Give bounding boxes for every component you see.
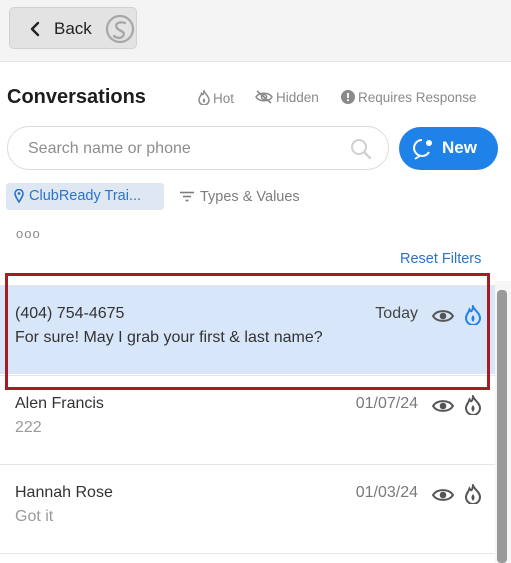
conversation-name: Alen Francis <box>15 395 104 412</box>
eye-off-icon <box>255 90 273 104</box>
chevron-left-icon <box>30 21 40 42</box>
conversation-row[interactable]: Hannah Rose Got it 01/03/24 <box>0 465 495 553</box>
search-icon[interactable] <box>350 138 372 165</box>
legend-hidden: Hidden <box>255 90 319 105</box>
new-button-label: New <box>442 138 477 157</box>
top-bar: Back <box>0 0 511 62</box>
conversation-date: 01/03/24 <box>355 484 418 501</box>
conversation-date: Today <box>375 305 418 322</box>
new-chat-icon <box>412 138 436 165</box>
scrollbar-thumb[interactable] <box>497 290 507 563</box>
app-logo-icon <box>104 13 136 50</box>
conversation-row[interactable]: (404) 754-4675 For sure! May I grab your… <box>0 286 495 374</box>
location-filter-chip[interactable]: ClubReady Trai... <box>6 183 164 210</box>
conversation-name: (404) 754-4675 <box>15 305 125 322</box>
conversation-name: Hannah Rose <box>15 484 113 501</box>
legend-hidden-label: Hidden <box>276 90 319 105</box>
conversation-preview: 222 <box>15 419 42 436</box>
search-input[interactable] <box>26 137 340 161</box>
flame-icon[interactable] <box>464 302 482 330</box>
reset-filters-link[interactable]: Reset Filters <box>400 251 481 267</box>
alert-circle-icon <box>341 90 355 104</box>
search-box[interactable] <box>7 126 389 170</box>
conversation-preview: Got it <box>15 508 54 525</box>
map-pin-icon <box>14 188 24 208</box>
conversation-preview: For sure! May I grab your first & last n… <box>15 329 323 346</box>
list-divider <box>0 553 495 554</box>
back-button[interactable]: Back <box>9 7 137 49</box>
eye-icon[interactable] <box>431 398 455 419</box>
eye-icon[interactable] <box>431 308 455 329</box>
new-conversation-button[interactable]: New <box>399 127 498 170</box>
page-title: Conversations <box>7 86 146 108</box>
legend-hot-label: Hot <box>213 91 235 106</box>
flame-icon <box>198 88 210 106</box>
filter-icon <box>180 191 194 202</box>
types-values-filter[interactable]: Types & Values <box>179 189 300 205</box>
legend-requires-response-label: Requires Response <box>358 90 477 105</box>
legend-requires-response: Requires Response <box>341 90 477 105</box>
conversation-row[interactable]: Alen Francis 222 01/07/24 <box>0 376 495 464</box>
eye-icon[interactable] <box>431 487 455 508</box>
flame-icon[interactable] <box>464 481 482 509</box>
conversation-date: 01/07/24 <box>355 395 418 412</box>
more-filters-dots[interactable]: ooo <box>16 226 41 241</box>
location-filter-label: ClubReady Trai... <box>29 188 142 204</box>
back-label: Back <box>54 19 92 38</box>
flame-icon[interactable] <box>464 392 482 420</box>
types-values-label: Types & Values <box>200 189 300 205</box>
legend-hot: Hot <box>198 88 235 106</box>
